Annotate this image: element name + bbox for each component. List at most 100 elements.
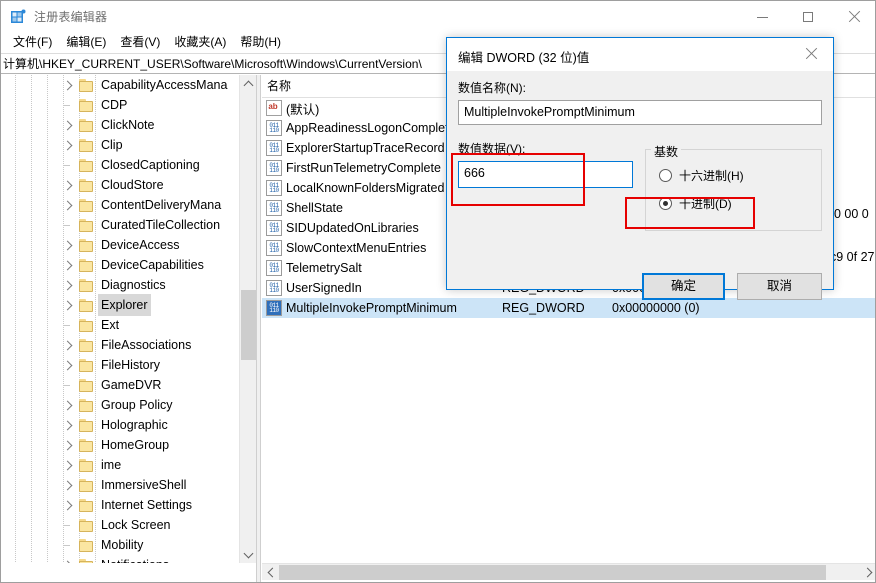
tree-item-mobility[interactable]: Mobility [1, 535, 239, 555]
tree-item-lock-screen[interactable]: Lock Screen [1, 515, 239, 535]
tree-item-label: ImmersiveShell [101, 478, 187, 492]
menu-item-edit[interactable]: 编辑(E) [59, 33, 113, 52]
radio-decimal[interactable]: 十进制(D) [659, 195, 732, 212]
chevron-right-icon[interactable] [62, 560, 73, 563]
tree-leaf-connector [63, 545, 70, 546]
chevron-right-icon[interactable] [62, 260, 73, 271]
tree-item-capabilityaccessmana[interactable]: CapabilityAccessMana [1, 75, 239, 95]
chevron-right-icon[interactable] [62, 180, 73, 191]
dword-value-icon: 011 110 [266, 240, 282, 256]
tree-vertical-scrollbar[interactable] [239, 75, 256, 563]
tree-item-explorer[interactable]: Explorer [1, 294, 239, 316]
chevron-right-icon[interactable] [62, 80, 73, 91]
tree-rows-container: CapabilityAccessMana CDP ClickNote Clip Clos… [1, 75, 239, 563]
tree-item-label: Mobility [101, 538, 144, 552]
list-hscroll-left-button[interactable] [262, 564, 279, 580]
chevron-right-icon[interactable] [62, 300, 73, 311]
value-name-cell: ShellState [286, 201, 343, 215]
minimize-button[interactable] [739, 1, 785, 32]
tree-item-label: Clip [101, 138, 123, 152]
tree-item-clip[interactable]: Clip [1, 135, 239, 155]
chevron-right-icon[interactable] [62, 480, 73, 491]
window-titlebar: 注册表编辑器 [1, 1, 875, 32]
tree-item-immersiveshell[interactable]: ImmersiveShell [1, 475, 239, 495]
tree-item-contentdeliverymana[interactable]: ContentDeliveryMana [1, 195, 239, 215]
tree-scroll-down-button[interactable] [240, 546, 256, 563]
chevron-right-icon[interactable] [62, 240, 73, 251]
tree-item-cloudstore[interactable]: CloudStore [1, 175, 239, 195]
close-button[interactable] [831, 1, 875, 32]
chevron-right-icon[interactable] [62, 200, 73, 211]
menu-item-view[interactable]: 查看(V) [113, 33, 167, 52]
chevron-right-icon[interactable] [62, 420, 73, 431]
menu-item-favorites[interactable]: 收藏夹(A) [167, 33, 233, 52]
tree-item-label: CloudStore [101, 178, 164, 192]
tree-item-devicecapabilities[interactable]: DeviceCapabilities [1, 255, 239, 275]
tree-leaf-connector [63, 385, 70, 386]
value-data-input[interactable]: 666 [458, 161, 633, 188]
dword-value-icon: 011 110 [266, 140, 282, 156]
value-name-input[interactable]: MultipleInvokePromptMinimum [458, 100, 822, 125]
folder-icon [79, 338, 95, 352]
tree-scroll-thumb[interactable] [241, 290, 256, 360]
radio-dot-icon [659, 169, 672, 182]
close-icon [848, 11, 860, 23]
tree-leaf-connector [63, 165, 70, 166]
chevron-right-icon[interactable] [62, 120, 73, 131]
dialog-close-button[interactable] [788, 38, 833, 70]
chevron-right-icon[interactable] [62, 400, 73, 411]
chevron-right-icon[interactable] [62, 140, 73, 151]
tree-scroll-up-button[interactable] [240, 75, 256, 92]
folder-icon [79, 218, 95, 232]
list-hscroll-thumb[interactable] [279, 565, 826, 580]
tree-item-label: HomeGroup [101, 438, 170, 452]
folder-icon [79, 318, 95, 332]
value-name-cell: MultipleInvokePromptMinimum [286, 301, 457, 315]
table-row[interactable]: 011 110 MultipleInvokePromptMinimum REG_DWO… [262, 298, 875, 318]
tree-item-deviceaccess[interactable]: DeviceAccess [1, 235, 239, 255]
value-name-cell: SlowContextMenuEntries [286, 241, 427, 255]
tree-item-label: ime [101, 458, 122, 472]
tree-item-label: Diagnostics [101, 278, 166, 292]
chevron-right-icon[interactable] [62, 500, 73, 511]
tree-item-ime[interactable]: ime [1, 455, 239, 475]
tree-item-filehistory[interactable]: FileHistory [1, 355, 239, 375]
list-horizontal-scrollbar[interactable] [262, 563, 875, 580]
radio-hexadecimal[interactable]: 十六进制(H) [659, 167, 744, 184]
folder-icon [79, 298, 95, 312]
folder-icon [79, 478, 95, 492]
folder-icon [79, 178, 95, 192]
chevron-right-icon[interactable] [62, 360, 73, 371]
tree-item-ext[interactable]: Ext [1, 315, 239, 335]
value-data-label: 数值数据(V): [458, 142, 526, 156]
tree-item-label: CuratedTileCollection [101, 218, 221, 232]
tree-item-closedcaptioning[interactable]: ClosedCaptioning [1, 155, 239, 175]
cancel-button[interactable]: 取消 [737, 273, 822, 300]
chevron-right-icon[interactable] [62, 280, 73, 291]
tree-item-homegroup[interactable]: HomeGroup [1, 435, 239, 455]
titlebar-left-group: 注册表编辑器 [10, 8, 107, 25]
chevron-right-icon[interactable] [62, 460, 73, 471]
maximize-button[interactable] [785, 1, 831, 32]
ok-button[interactable]: 确定 [642, 273, 725, 300]
menu-item-file[interactable]: 文件(F) [6, 33, 59, 52]
tree-item-internet-settings[interactable]: Internet Settings [1, 495, 239, 515]
folder-icon [79, 98, 95, 112]
folder-icon [79, 198, 95, 212]
chevron-right-icon[interactable] [62, 440, 73, 451]
dialog-title: 编辑 DWORD (32 位)值 [458, 51, 590, 65]
chevron-right-icon[interactable] [62, 340, 73, 351]
tree-item-group-policy[interactable]: Group Policy [1, 395, 239, 415]
tree-item-gamedvr[interactable]: GameDVR [1, 375, 239, 395]
tree-item-curatedtilecollection[interactable]: CuratedTileCollection [1, 215, 239, 235]
value-name-cell: AppReadinessLogonComplete [286, 121, 456, 135]
tree-item-fileassociations[interactable]: FileAssociations [1, 335, 239, 355]
tree-item-clicknote[interactable]: ClickNote [1, 115, 239, 135]
tree-item-cdp[interactable]: CDP [1, 95, 239, 115]
menu-item-help[interactable]: 帮助(H) [233, 33, 288, 52]
pane-splitter[interactable] [256, 75, 261, 582]
tree-item-holographic[interactable]: Holographic [1, 415, 239, 435]
tree-item-diagnostics[interactable]: Diagnostics [1, 275, 239, 295]
tree-item-notifications[interactable]: Notifications [1, 555, 239, 563]
list-hscroll-right-button[interactable] [860, 564, 875, 580]
